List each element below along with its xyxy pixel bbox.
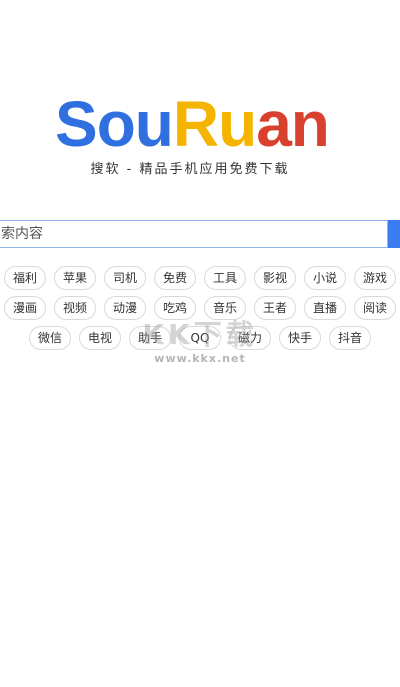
tag-kuaishou[interactable]: 快手 [279, 326, 321, 350]
search-button[interactable] [388, 220, 400, 248]
tag-row-3: 微信 电视 助手 QQ 磁力 快手 抖音 [0, 326, 400, 350]
search-input[interactable] [0, 220, 388, 248]
logo-letter: S [55, 88, 98, 160]
tag-row-2: 漫画 视频 动漫 吃鸡 音乐 王者 直播 阅读 [0, 296, 400, 320]
logo-letter: u [134, 88, 174, 160]
tag-zhushou[interactable]: 助手 [129, 326, 171, 350]
tag-zhibo[interactable]: 直播 [304, 296, 346, 320]
souruan-logo: SouRuan [55, 88, 345, 160]
tag-dianshi[interactable]: 电视 [79, 326, 121, 350]
watermark-url: www.kkx.net [154, 352, 246, 365]
logo-letter: u [218, 88, 257, 160]
logo-letter: a [256, 88, 292, 160]
tag-row-1: 福利 苹果 司机 免费 工具 影视 小说 游戏 [0, 266, 400, 290]
tag-mianfei[interactable]: 免费 [154, 266, 196, 290]
tag-fuli[interactable]: 福利 [4, 266, 46, 290]
tag-manhua[interactable]: 漫画 [4, 296, 46, 320]
tag-shipin[interactable]: 视频 [54, 296, 96, 320]
logo-letter: R [172, 88, 219, 160]
logo-letter: o [96, 88, 136, 160]
tag-dongman[interactable]: 动漫 [104, 296, 146, 320]
tag-yinyue[interactable]: 音乐 [204, 296, 246, 320]
tag-weixin[interactable]: 微信 [29, 326, 71, 350]
tag-pingguo[interactable]: 苹果 [54, 266, 96, 290]
tag-youxi[interactable]: 游戏 [354, 266, 396, 290]
tag-wangzhe[interactable]: 王者 [254, 296, 296, 320]
logo-letter: n [290, 88, 330, 160]
tag-chiji[interactable]: 吃鸡 [154, 296, 196, 320]
tag-siji[interactable]: 司机 [104, 266, 146, 290]
tag-gongju[interactable]: 工具 [204, 266, 246, 290]
tag-qq[interactable]: QQ [179, 326, 221, 350]
tag-douyin[interactable]: 抖音 [329, 326, 371, 350]
tag-cili[interactable]: 磁力 [229, 326, 271, 350]
tagline: 搜软 - 精品手机应用免费下载 [90, 162, 290, 177]
tag-xiaoshuo[interactable]: 小说 [304, 266, 346, 290]
tag-yuedu[interactable]: 阅读 [354, 296, 396, 320]
tag-yingshi[interactable]: 影视 [254, 266, 296, 290]
page: SouRuan 搜软 - 精品手机应用免费下载 福利 苹果 司机 免费 工具 影… [0, 0, 400, 687]
